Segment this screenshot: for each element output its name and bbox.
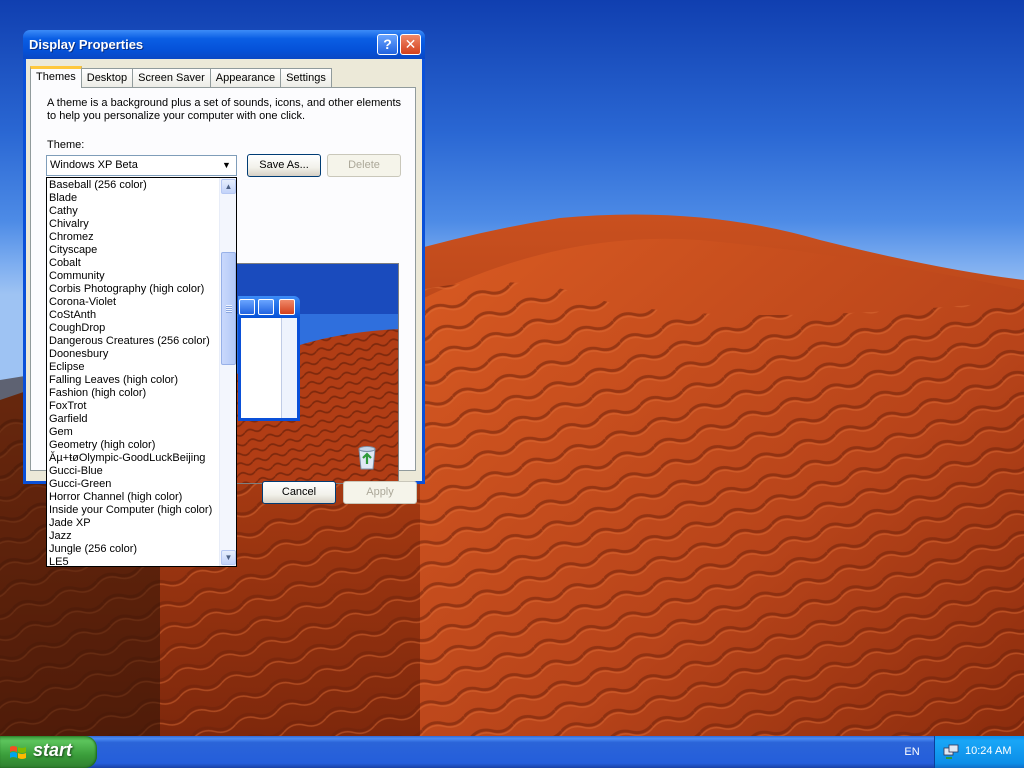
close-icon: ✕ <box>404 36 417 52</box>
theme-selected-value: Windows XP Beta <box>50 159 138 171</box>
theme-list-item[interactable]: Chivalry <box>47 218 219 231</box>
theme-list-item[interactable]: Doonesbury <box>47 348 219 361</box>
theme-list-item[interactable]: CoStAnth <box>47 309 219 322</box>
save-as-button[interactable]: Save As... <box>247 154 321 177</box>
theme-list-item[interactable]: Horror Channel (high color) <box>47 491 219 504</box>
theme-list-item[interactable]: Ăµ+ŧøOlympic-GoodLuckBeijing <box>47 452 219 465</box>
close-button[interactable]: ✕ <box>400 34 421 55</box>
close-icon <box>279 299 295 315</box>
language-indicator[interactable]: EN <box>897 738 927 766</box>
theme-label: Theme: <box>47 139 85 151</box>
tab-settings[interactable]: Settings <box>280 68 332 88</box>
maximize-icon <box>258 299 274 315</box>
tab-strip: Themes Desktop Screen Saver Appearance S… <box>30 66 332 88</box>
theme-list-item[interactable]: Chromez <box>47 231 219 244</box>
theme-list-item[interactable]: Cityscape <box>47 244 219 257</box>
window-title: Display Properties <box>29 37 144 52</box>
theme-list-item[interactable]: Community <box>47 270 219 283</box>
scroll-up-button[interactable]: ▲ <box>221 179 236 194</box>
theme-list-item[interactable]: Corona-Violet <box>47 296 219 309</box>
chevron-down-icon[interactable]: ▼ <box>218 157 235 174</box>
theme-list-item[interactable]: Corbis Photography (high color) <box>47 283 219 296</box>
tab-themes[interactable]: Themes <box>30 66 82 88</box>
grip-icon <box>226 305 232 313</box>
preview-window-body <box>241 318 297 418</box>
scroll-down-button[interactable]: ▼ <box>221 550 236 565</box>
theme-combobox[interactable]: Windows XP Beta ▼ <box>46 155 237 176</box>
theme-list-item[interactable]: Cathy <box>47 205 219 218</box>
windows-logo-icon <box>10 746 26 759</box>
preview-scrollbar <box>281 318 297 418</box>
theme-list-item[interactable]: Cobalt <box>47 257 219 270</box>
theme-list-item[interactable]: FoxTrot <box>47 400 219 413</box>
theme-dropdown-list[interactable]: Baseball (256 color) Blade Cathy Chivalry Ch… <box>46 177 237 567</box>
delete-button[interactable]: Delete <box>327 154 401 177</box>
system-tray: 10:24 AM <box>934 736 1024 768</box>
scroll-thumb[interactable] <box>221 252 236 365</box>
cancel-button[interactable]: Cancel <box>262 481 336 504</box>
chevron-up-icon: ▲ <box>224 182 233 191</box>
theme-list-item[interactable]: Dangerous Creatures (256 color) <box>47 335 219 348</box>
preview-window-titlebar <box>238 296 300 318</box>
theme-list-item[interactable]: Jazz <box>47 530 219 543</box>
theme-list-item[interactable]: Gucci-Green <box>47 478 219 491</box>
tab-desktop[interactable]: Desktop <box>80 68 134 88</box>
preview-window <box>238 296 300 421</box>
theme-list-item[interactable]: Jungle (256 color) <box>47 543 219 556</box>
taskbar: start EN 10:24 AM <box>0 736 1024 768</box>
theme-list-item[interactable]: Blade <box>47 192 219 205</box>
chevron-down-icon: ▼ <box>224 553 233 562</box>
theme-list-item[interactable]: Geometry (high color) <box>47 439 219 452</box>
theme-list-item[interactable]: CoughDrop <box>47 322 219 335</box>
start-label: start <box>33 740 73 760</box>
theme-list-item[interactable]: Eclipse <box>47 361 219 374</box>
theme-list-item[interactable]: Garfield <box>47 413 219 426</box>
theme-list-item[interactable]: Inside your Computer (high color) <box>47 504 219 517</box>
theme-list-item[interactable]: LE5 <box>47 556 219 566</box>
recycle-bin-icon <box>358 446 376 470</box>
theme-list: Baseball (256 color) Blade Cathy Chivalry Ch… <box>47 178 219 566</box>
help-icon: ? <box>383 36 392 52</box>
theme-list-item[interactable]: Jade XP <box>47 517 219 530</box>
theme-list-item[interactable]: Falling Leaves (high color) <box>47 374 219 387</box>
help-button[interactable]: ? <box>377 34 398 55</box>
apply-button[interactable]: Apply <box>343 481 417 504</box>
tab-appearance[interactable]: Appearance <box>209 68 282 88</box>
clock[interactable]: 10:24 AM <box>965 745 1011 757</box>
theme-description: A theme is a background plus a set of so… <box>47 97 402 122</box>
title-bar[interactable]: Display Properties ? ✕ <box>23 30 425 59</box>
tab-screen-saver[interactable]: Screen Saver <box>132 68 211 88</box>
theme-list-item[interactable]: Fashion (high color) <box>47 387 219 400</box>
theme-list-item[interactable]: Gucci-Blue <box>47 465 219 478</box>
theme-list-item[interactable]: Baseball (256 color) <box>47 179 219 192</box>
network-icon[interactable] <box>943 744 959 760</box>
minimize-icon <box>239 299 255 315</box>
theme-list-item[interactable]: Gem <box>47 426 219 439</box>
start-button[interactable]: start <box>0 736 97 768</box>
dropdown-scrollbar[interactable]: ▲ ▼ <box>219 178 236 566</box>
